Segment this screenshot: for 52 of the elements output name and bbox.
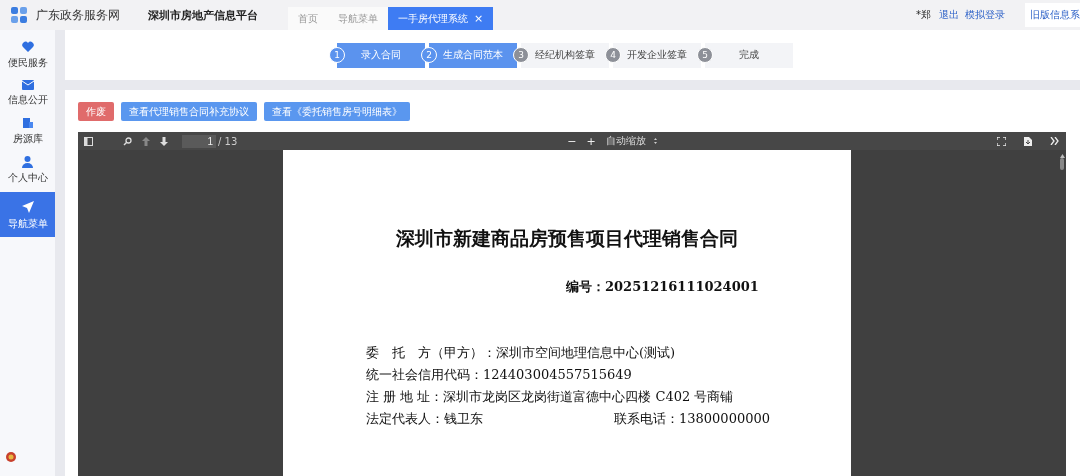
document-line: 委 托 方（甲方）：深圳市空间地理信息中心(测试) [366,344,677,362]
heart-icon [21,41,34,53]
up-arrow-icon[interactable] [142,136,150,146]
fullscreen-icon[interactable] [997,136,1006,146]
document-title: 深圳市新建商品房预售项目代理销售合同 [395,226,739,251]
paper-plane-icon [20,200,35,214]
search-icon[interactable] [123,136,132,146]
document-line: 注 册 地 址：深圳市龙岗区龙岗街道富德中心四楼 C402 号商铺 [366,388,735,406]
sidebar-item[interactable]: 便民服务 [0,38,55,73]
step-number: 3 [513,46,529,63]
zoom-in-button[interactable]: + [586,134,596,148]
view-button[interactable]: 查看代理销售合同补充协议 [121,102,257,121]
page-count: / 13 [218,135,238,147]
person-icon [22,156,33,168]
caret-icon [653,138,657,144]
document-line: 统一社会信用代码：124403004557515649 [366,366,633,384]
sidebar-item[interactable]: 信息公开 [0,77,55,110]
tab[interactable]: 一手房代理系统 × [388,7,494,30]
page-number-field[interactable]: 1 [182,134,216,148]
mail-icon [21,80,34,90]
emblem-icon [6,452,16,462]
zoom-out-button[interactable]: − [567,134,577,148]
download-icon[interactable] [1024,136,1032,146]
step-number: 5 [697,46,713,63]
header-link[interactable]: 模拟登录 [965,8,1005,22]
scroll-up-icon[interactable] [1059,154,1065,158]
site-name: 广东政务服务网 [36,6,120,24]
step-number: 4 [605,46,621,63]
header-link[interactable]: 退出 [939,8,959,22]
document-line: 法定代表人：钱卫东 [366,410,484,428]
building-icon [21,117,34,129]
sidebar-item[interactable]: 房源库 [0,114,55,149]
step-number: 2 [421,46,437,63]
old-system-link[interactable]: 旧版信息系 [1025,3,1080,27]
platform-name: 深圳市房地产信息平台 [148,7,258,23]
logo-icon [10,6,28,24]
void-button[interactable]: 作废 [78,102,114,121]
scrollbar-thumb[interactable] [1060,158,1064,170]
tab[interactable]: 导航菜单 [328,7,388,30]
down-arrow-icon[interactable] [160,136,168,146]
tab[interactable]: 首页 [288,7,328,30]
contract-number: 编号：20251216111024001 [566,278,760,296]
user-name: *郑 [916,8,931,22]
sidebar-toggle-icon[interactable] [84,136,93,146]
double-chevron-icon[interactable] [1050,137,1060,145]
close-icon[interactable]: × [474,12,484,25]
view-button[interactable]: 查看《委托销售房号明细表》 [264,102,410,121]
step-number: 1 [329,46,345,63]
sidebar-item[interactable]: 个人中心 [0,153,55,188]
document-line: 联系电话：13800000000 [614,410,770,428]
sidebar-item[interactable]: 导航菜单 [0,192,55,237]
zoom-select[interactable]: 自动缩放 [605,134,657,148]
